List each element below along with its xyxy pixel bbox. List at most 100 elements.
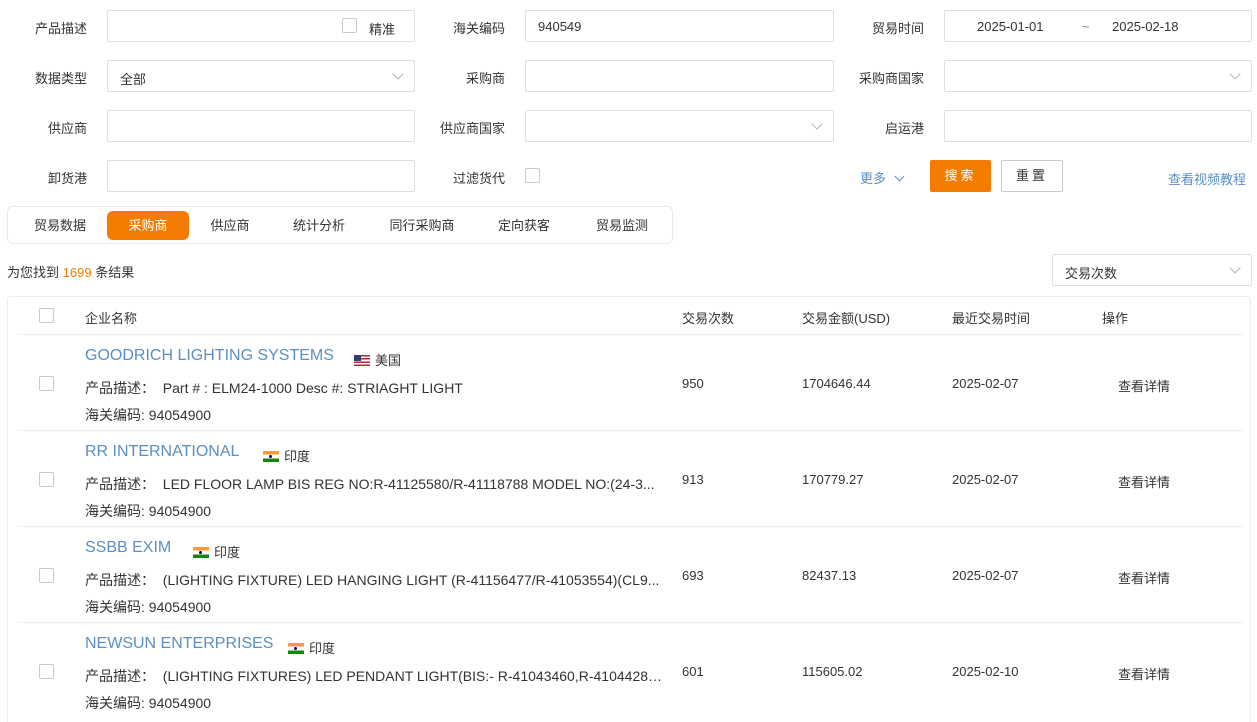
hs-text: 94054900 — [148, 599, 212, 615]
trade-amount: 115605.02 — [802, 664, 863, 679]
data-type-value: 全部 — [120, 72, 147, 87]
hs-text: 94054900 — [148, 695, 212, 711]
chevron-down-icon — [1229, 262, 1241, 274]
country-tag: 美国 — [354, 350, 401, 369]
trade-amount: 1704646.44 — [802, 376, 871, 391]
origin-port-input[interactable] — [944, 110, 1252, 142]
supplier-country-label: 供应商国家 — [439, 121, 505, 136]
country-name: 美国 — [375, 353, 402, 368]
select-all-checkbox[interactable] — [39, 308, 54, 323]
hs-code-label: 海关编码 — [452, 21, 505, 36]
table-row: NEWSUN ENTERPRISES 印度 产品描述： (LIGHTING FI… — [17, 622, 1243, 719]
filter-forwarder-checkbox[interactable] — [525, 168, 540, 183]
view-details-link[interactable]: 查看详情 — [1118, 664, 1170, 683]
us-flag-icon — [354, 355, 370, 366]
supplier-country-select[interactable] — [525, 110, 834, 142]
country-tag: 印度 — [193, 542, 240, 561]
dest-port-label: 卸货港 — [47, 171, 87, 186]
row-checkbox[interactable] — [39, 568, 54, 583]
product-desc: 产品描述： (LIGHTING FIXTURES) LED PENDANT LI… — [85, 666, 667, 686]
exact-match-checkbox[interactable] — [342, 18, 357, 33]
hs-prefix: 海关编码: — [85, 599, 145, 615]
tab-statistics[interactable]: 统计分析 — [278, 211, 360, 240]
hs-code: 海关编码: 94054900 — [85, 405, 211, 425]
last-trade-date: 2025-02-10 — [952, 664, 1019, 679]
tab-trade-monitor[interactable]: 贸易监测 — [580, 211, 664, 240]
search-button[interactable]: 搜索 — [930, 160, 991, 192]
row-checkbox[interactable] — [39, 472, 54, 487]
india-flag-icon — [263, 451, 279, 462]
results-suffix: 条结果 — [95, 265, 135, 280]
header-last-trade: 最近交易时间 — [952, 311, 1031, 326]
trade-count: 601 — [682, 664, 704, 679]
company-name-link[interactable]: SSBB EXIM — [85, 539, 171, 557]
data-type-select[interactable]: 全部 — [107, 60, 415, 92]
country-name: 印度 — [214, 545, 241, 560]
more-filters-label: 更多 — [860, 171, 887, 186]
sort-value: 交易次数 — [1065, 266, 1118, 281]
last-trade-date: 2025-02-07 — [952, 376, 1019, 391]
buyer-label: 采购商 — [465, 71, 505, 86]
tab-targeted-leads[interactable]: 定向获客 — [482, 211, 566, 240]
tab-buyers[interactable]: 采购商 — [107, 211, 189, 240]
hs-code: 海关编码: 94054900 — [85, 597, 211, 617]
more-filters-toggle[interactable]: 更多 — [860, 168, 905, 187]
buyer-input[interactable] — [525, 60, 834, 92]
company-name-link[interactable]: RR INTERNATIONAL — [85, 443, 239, 461]
trade-amount: 82437.13 — [802, 568, 857, 583]
row-checkbox[interactable] — [39, 376, 54, 391]
table-row: GOODRICH LIGHTING SYSTEMS 美国 产品描述： Part … — [17, 334, 1243, 431]
date-to[interactable]: 2025-02-18 — [1112, 19, 1179, 34]
row-checkbox[interactable] — [39, 664, 54, 679]
reset-button[interactable]: 重置 — [1001, 160, 1063, 192]
desc-text: (LIGHTING FIXTURE) LED HANGING LIGHT (R-… — [162, 572, 660, 588]
company-name-link[interactable]: GOODRICH LIGHTING SYSTEMS — [85, 347, 334, 365]
trade-count: 913 — [682, 472, 704, 487]
results-summary: 为您找到 1699 条结果 — [7, 262, 134, 281]
last-trade-date: 2025-02-07 — [952, 568, 1019, 583]
hs-text: 94054900 — [148, 407, 212, 423]
exact-match-label: 精准 — [369, 22, 396, 37]
view-details-link[interactable]: 查看详情 — [1118, 376, 1170, 395]
product-desc: 产品描述： Part # : ELM24-1000 Desc #: STRIAG… — [85, 378, 667, 398]
hs-text: 94054900 — [148, 503, 212, 519]
country-name: 印度 — [284, 449, 311, 464]
origin-port-label: 启运港 — [884, 121, 924, 136]
table-row: RR INTERNATIONAL 印度 产品描述： LED FLOOR LAMP… — [17, 430, 1243, 527]
header-amount: 交易金额(USD) — [802, 311, 891, 326]
desc-prefix: 产品描述： — [85, 476, 155, 492]
product-desc: 产品描述： LED FLOOR LAMP BIS REG NO:R-411255… — [85, 474, 667, 494]
view-details-link[interactable]: 查看详情 — [1118, 472, 1170, 491]
company-name-link[interactable]: NEWSUN ENTERPRISES — [85, 635, 273, 653]
chevron-down-icon — [392, 68, 404, 80]
tab-peer-buyers[interactable]: 同行采购商 — [374, 211, 470, 240]
supplier-input[interactable] — [107, 110, 415, 142]
hs-code-input[interactable]: 940549 — [525, 10, 834, 42]
hs-code: 海关编码: 94054900 — [85, 501, 211, 521]
data-type-label: 数据类型 — [34, 71, 87, 86]
india-flag-icon — [193, 547, 209, 558]
results-count: 1699 — [62, 265, 92, 280]
view-details-link[interactable]: 查看详情 — [1118, 568, 1170, 587]
tab-suppliers[interactable]: 供应商 — [194, 211, 266, 240]
trade-count: 950 — [682, 376, 704, 391]
video-tutorial-link[interactable]: 查看视频教程 — [1168, 169, 1246, 188]
date-from[interactable]: 2025-01-01 — [977, 19, 1044, 34]
dest-port-input[interactable] — [107, 160, 415, 192]
sort-select[interactable]: 交易次数 — [1052, 254, 1252, 286]
india-flag-icon — [288, 643, 304, 654]
chevron-down-icon — [894, 171, 905, 182]
trade-count: 693 — [682, 568, 704, 583]
trade-time-range[interactable]: 2025-01-01 ~ 2025-02-18 — [944, 10, 1252, 42]
tab-trade-data[interactable]: 贸易数据 — [16, 211, 104, 240]
hs-prefix: 海关编码: — [85, 503, 145, 519]
desc-text: (LIGHTING FIXTURES) LED PENDANT LIGHT(BI… — [162, 668, 667, 684]
table-row: SSBB EXIM 印度 产品描述： (LIGHTING FIXTURE) LE… — [17, 526, 1243, 623]
product-desc-input[interactable]: 精准 — [107, 10, 415, 42]
header-action: 操作 — [1102, 311, 1129, 326]
supplier-label: 供应商 — [47, 121, 87, 136]
product-desc-label: 产品描述 — [34, 21, 87, 36]
buyer-country-select[interactable] — [944, 60, 1252, 92]
buyer-table: 企业名称 交易次数 交易金额(USD) 最近交易时间 操作 GOODRICH L… — [7, 296, 1251, 722]
desc-text: LED FLOOR LAMP BIS REG NO:R-41125580/R-4… — [162, 476, 655, 492]
